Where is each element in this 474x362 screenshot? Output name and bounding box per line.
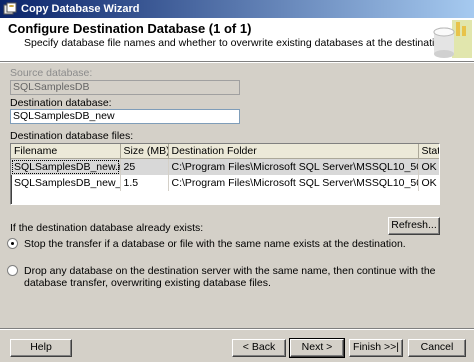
source-database-field: SQLSamplesDB [10,80,240,95]
cell-filename[interactable]: SQLSamplesDB_new_log.ldf [11,175,121,191]
page-title: Configure Destination Database (1 of 1) [8,21,252,36]
table-row[interactable]: SQLSamplesDB_new_log.ldf 1.5 C:\Program … [11,175,439,191]
finish-button[interactable]: Finish >>| [349,339,403,357]
help-button[interactable]: Help [10,339,72,357]
page-subtitle: Specify database file names and whether … [24,37,449,49]
drop-database-radio[interactable] [7,265,18,276]
back-button-label: < Back [242,341,276,353]
table-row[interactable]: SQLSamplesDB_new.mdf 25 C:\Program Files… [11,158,439,175]
cell-destination-folder[interactable]: C:\Program Files\Microsoft SQL Server\MS… [168,158,419,175]
cancel-button[interactable]: Cancel [408,339,466,357]
cell-status: OK [418,175,439,191]
column-header-destination-folder[interactable]: Destination Folder [168,144,419,159]
help-button-label: Help [30,341,52,353]
finish-button-label: Finish >>| [353,341,399,353]
database-graphic-icon [422,18,472,61]
column-header-size[interactable]: Size (MB) [120,144,169,159]
stop-transfer-label[interactable]: Stop the transfer if a database or file … [24,238,406,250]
cell-destination-folder[interactable]: C:\Program Files\Microsoft SQL Server\MS… [168,175,419,191]
destination-database-label: Destination database: [10,97,112,109]
footer-separator [0,328,474,330]
column-header-status[interactable]: Status [418,144,439,159]
back-button[interactable]: < Back [232,339,286,357]
if-exists-label: If the destination database already exis… [10,222,204,234]
destination-database-input[interactable]: SQLSamplesDB_new [10,109,240,124]
window-title: Copy Database Wizard [21,3,140,15]
destination-files-label: Destination database files: [10,130,134,142]
destination-files-grid[interactable]: Filename Size (MB) Destination Folder St… [10,143,440,205]
next-button[interactable]: Next > [289,338,345,358]
header-separator [0,62,474,63]
stop-transfer-radio[interactable] [7,238,18,249]
cell-size[interactable]: 25 [120,158,169,175]
cell-filename[interactable]: SQLSamplesDB_new.mdf [11,158,121,175]
refresh-button[interactable]: Refresh... [388,217,440,235]
grid-header-row: Filename Size (MB) Destination Folder St… [11,144,439,159]
wizard-header: Configure Destination Database (1 of 1) … [0,18,474,62]
cell-status: OK [418,158,439,175]
cancel-button-label: Cancel [420,341,454,353]
cell-size[interactable]: 1.5 [120,175,169,191]
source-database-label: Source database: [10,67,93,79]
title-bar: Copy Database Wizard [0,0,474,18]
drop-database-label[interactable]: Drop any database on the destination ser… [24,265,444,289]
column-header-filename[interactable]: Filename [11,144,121,159]
next-button-label: Next > [301,341,333,353]
wizard-app-icon [3,2,17,16]
